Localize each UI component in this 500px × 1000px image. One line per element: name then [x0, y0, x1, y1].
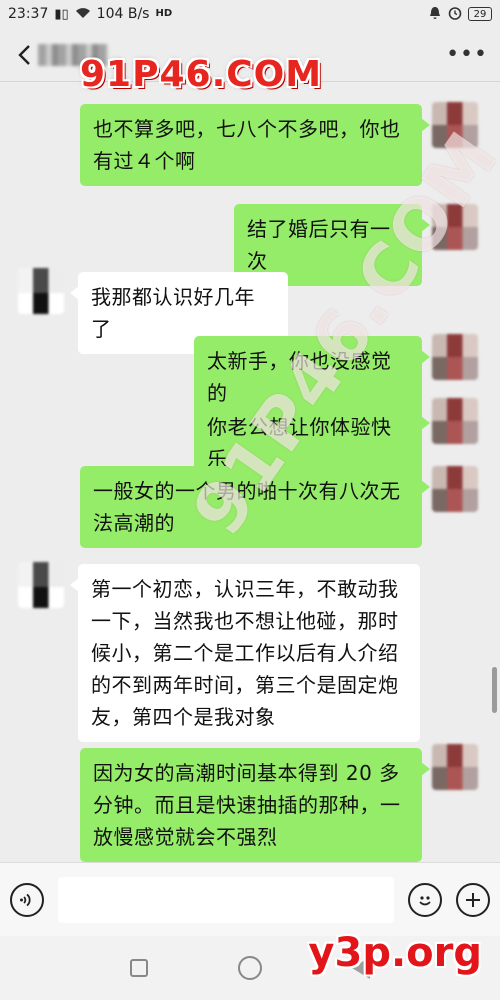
hd-icon: HD — [155, 8, 173, 19]
wifi-icon — [75, 7, 91, 22]
my-avatar[interactable] — [432, 102, 478, 148]
status-bar: 23:37 ▮▯ 104 B/s HD 29 — [0, 0, 500, 28]
emoji-icon — [419, 895, 431, 905]
chat-message-list[interactable]: 也不算多吧，七八个不多吧，你也有过４个啊 结了婚后只有一次 我那都认识好几年了 … — [0, 82, 500, 862]
input-bar — [0, 862, 500, 936]
more-options-button[interactable]: ••• — [446, 42, 488, 67]
message-bubble-sent[interactable]: 也不算多吧，七八个不多吧，你也有过４个啊 — [80, 104, 430, 186]
message-bubble-sent[interactable]: 一般女的一个男的啪十次有八次无法高潮的 — [80, 466, 430, 548]
message-bubble-received[interactable]: 第一个初恋，认识三年，不敢动我一下，当然我也不想让他碰，那时候小，第二个是工作以… — [70, 564, 420, 742]
voice-button[interactable] — [10, 882, 44, 917]
plus-button[interactable] — [456, 882, 490, 917]
sim-signal-icon: ▮▯ — [54, 6, 69, 22]
contact-avatar[interactable] — [18, 562, 64, 608]
emoji-button[interactable] — [408, 882, 442, 917]
wechat-chat-screen: 23:37 ▮▯ 104 B/s HD 29 91P46.COM ••• 也不算… — [0, 0, 500, 1000]
voice-icon — [20, 893, 31, 906]
contact-avatar[interactable] — [18, 268, 64, 314]
my-avatar[interactable] — [432, 466, 478, 512]
recent-apps-button[interactable] — [130, 959, 148, 977]
home-button[interactable] — [238, 956, 262, 980]
message-bubble-sent[interactable]: 因为女的高潮时间基本得到 20 多分钟。而且是快速抽插的那种，一放慢感觉就会不强… — [80, 748, 430, 862]
my-avatar[interactable] — [432, 398, 478, 444]
chat-header: 91P46.COM ••• — [0, 28, 500, 95]
battery-icon: 29 — [468, 7, 492, 21]
alarm-icon — [448, 6, 462, 23]
back-button[interactable] — [12, 43, 36, 67]
network-speed: 104 B/s — [96, 6, 150, 22]
my-avatar[interactable] — [432, 334, 478, 380]
watermark-bottom: y3p.org — [308, 930, 482, 976]
status-time: 23:37 — [8, 6, 49, 22]
back-arrow-icon — [18, 44, 30, 65]
bell-icon — [428, 6, 442, 23]
chat-scrollbar[interactable] — [492, 667, 497, 713]
my-avatar[interactable] — [432, 204, 478, 250]
plus-icon — [466, 892, 480, 907]
my-avatar[interactable] — [432, 744, 478, 790]
message-input[interactable] — [58, 876, 394, 923]
